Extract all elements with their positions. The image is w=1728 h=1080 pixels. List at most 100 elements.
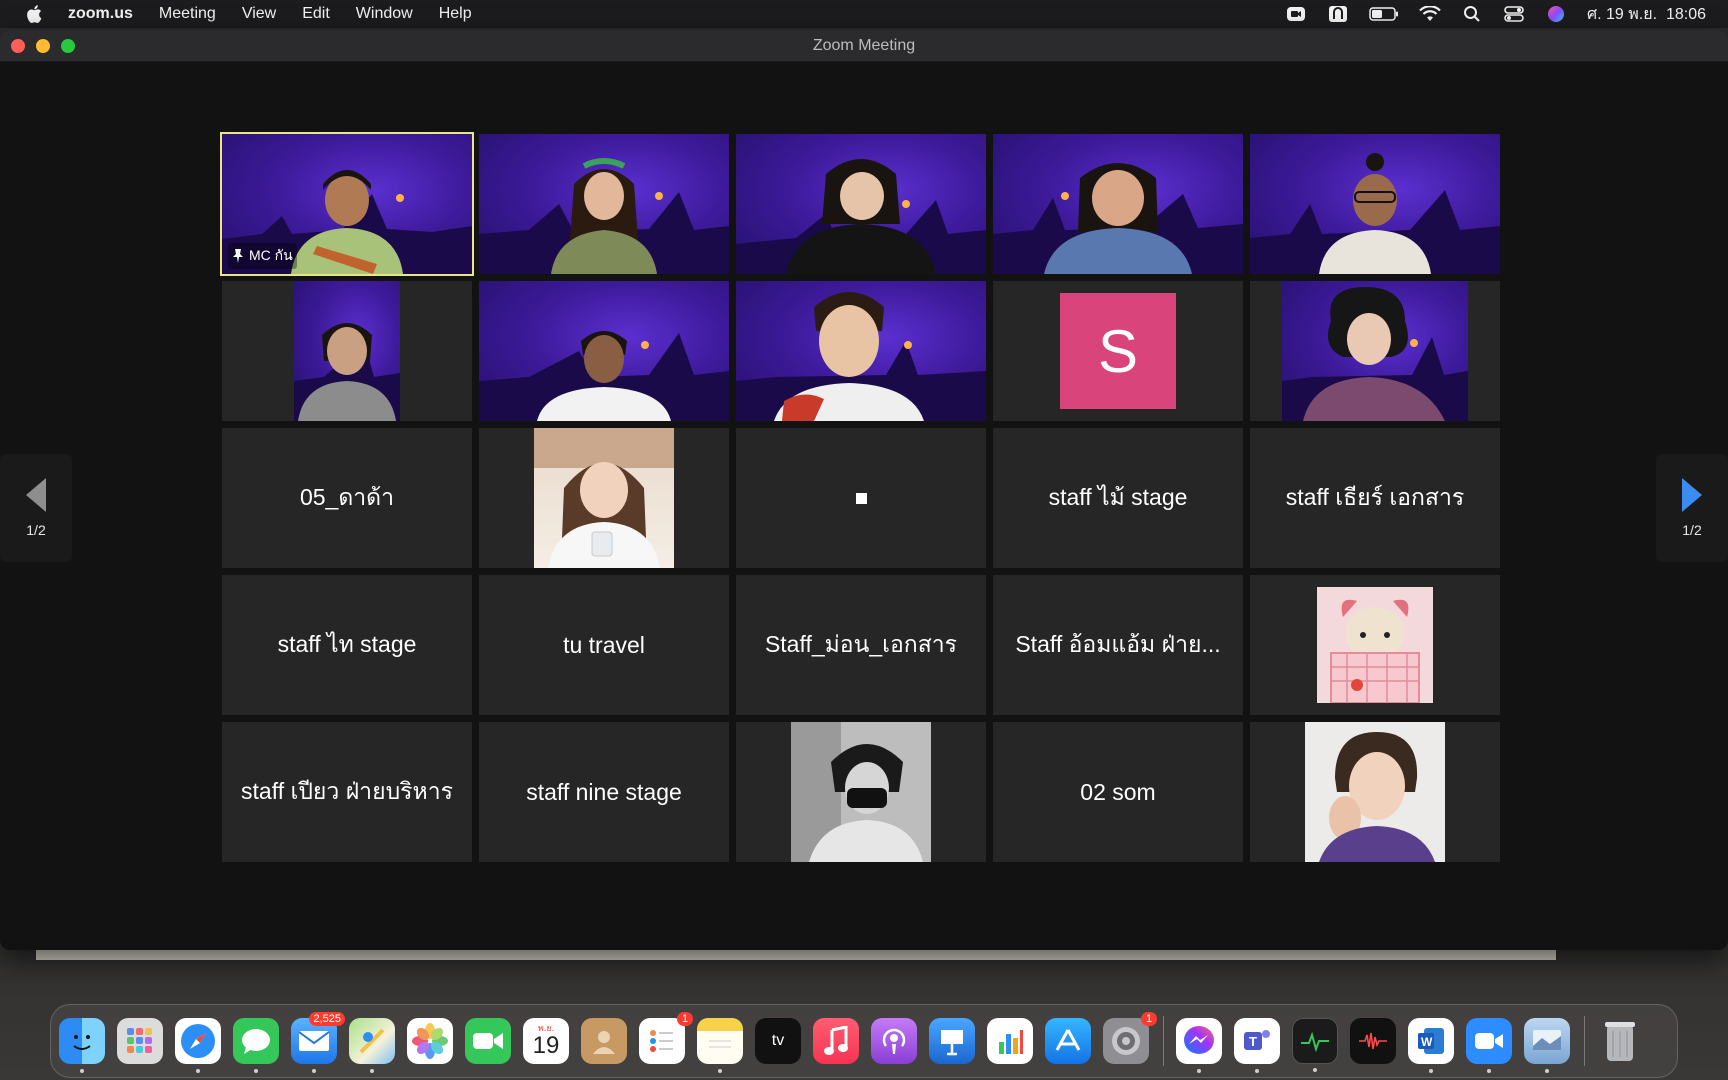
input-source-icon[interactable]	[1327, 5, 1349, 23]
close-window-button[interactable]	[11, 38, 25, 53]
participant-tile-profile-photo[interactable]	[736, 722, 986, 862]
voice-memos-icon[interactable]	[1350, 1018, 1396, 1064]
maps-icon[interactable]	[349, 1018, 395, 1073]
calendar-day: 19	[532, 1032, 560, 1059]
participant-tile-active-speaker[interactable]: MC กัน	[220, 132, 474, 276]
system-settings-icon[interactable]: 1	[1103, 1012, 1157, 1064]
minimize-window-button[interactable]	[36, 38, 50, 53]
participant-tile-no-video[interactable]: 05_ดาด้า	[222, 428, 472, 568]
participant-name: staff เปียว ฝ่ายบริหาร	[241, 778, 453, 804]
notes-icon[interactable]	[697, 1018, 743, 1073]
microsoft-word-icon[interactable]: W	[1408, 1018, 1454, 1073]
page-indicator-left: 1/2	[26, 522, 46, 538]
participant-avatar: S	[1060, 293, 1176, 409]
svg-text:T: T	[1249, 1034, 1257, 1049]
music-icon[interactable]	[813, 1018, 859, 1064]
participant-name: Staff อ้อมแอ้ม ฝ่าย...	[1015, 631, 1221, 657]
podcasts-icon[interactable]	[871, 1018, 917, 1064]
menu-app-name[interactable]: zoom.us	[68, 5, 133, 23]
menubar-clock[interactable]: ศ. 19 พ.ย. 18:06	[1587, 2, 1706, 27]
zoom-app-icon[interactable]	[1466, 1018, 1512, 1073]
previous-page-button[interactable]: 1/2	[0, 454, 72, 562]
safari-icon[interactable]	[175, 1018, 221, 1073]
menu-view[interactable]: View	[242, 5, 276, 23]
fullscreen-window-button[interactable]	[61, 38, 75, 53]
participant-tile[interactable]	[736, 134, 986, 274]
page-indicator-right: 1/2	[1682, 522, 1702, 538]
messages-icon[interactable]	[233, 1018, 279, 1073]
mail-icon[interactable]: 2,525	[291, 1012, 345, 1073]
launchpad-icon[interactable]	[117, 1018, 163, 1064]
participant-tile-no-video[interactable]: Staff_ม่อน_เอกสาร	[736, 575, 986, 715]
running-indicator	[1429, 1069, 1433, 1073]
participant-tile[interactable]	[993, 134, 1243, 274]
photos-icon[interactable]	[407, 1018, 453, 1064]
participant-video	[1282, 281, 1468, 421]
reminders-icon[interactable]: 1	[639, 1012, 693, 1064]
preview-icon[interactable]	[1524, 1018, 1570, 1073]
participant-tile-no-video[interactable]	[736, 428, 986, 568]
keynote-icon[interactable]	[929, 1018, 975, 1064]
participant-tile[interactable]	[736, 281, 986, 421]
messenger-icon[interactable]	[1176, 1018, 1222, 1073]
avatar-initial: S	[1097, 317, 1139, 385]
participant-placeholder-square	[855, 492, 867, 504]
apple-icon[interactable]	[24, 3, 46, 25]
participant-tile-no-video[interactable]: staff เธียร์ เอกสาร	[1250, 428, 1500, 568]
calendar-icon[interactable]: พ.ย. 19	[523, 1018, 569, 1064]
participant-tile-no-video[interactable]: Staff อ้อมแอ้ม ฝ่าย...	[993, 575, 1243, 715]
participant-video	[736, 281, 986, 421]
running-indicator	[196, 1069, 200, 1073]
running-indicator	[1487, 1069, 1491, 1073]
numbers-icon[interactable]	[987, 1018, 1033, 1064]
next-page-button[interactable]: 1/2	[1656, 454, 1728, 562]
siri-icon[interactable]	[1545, 5, 1567, 23]
participant-tile-no-video[interactable]: tu travel	[479, 575, 729, 715]
participant-tile-profile-photo[interactable]	[1250, 575, 1500, 715]
window-titlebar: Zoom Meeting	[0, 30, 1728, 62]
participant-tile-no-video[interactable]: staff เปียว ฝ่ายบริหาร	[222, 722, 472, 862]
facetime-icon[interactable]	[465, 1018, 511, 1064]
wifi-icon[interactable]	[1419, 5, 1441, 23]
participant-tile[interactable]	[1250, 134, 1500, 274]
participant-tile-no-video[interactable]: staff nine stage	[479, 722, 729, 862]
running-indicator	[1255, 1069, 1259, 1073]
participant-tile-no-video[interactable]: staff ไท stage	[222, 575, 472, 715]
participant-name: staff เธียร์ เอกสาร	[1285, 484, 1465, 510]
running-indicator	[1313, 1068, 1317, 1072]
menu-meeting[interactable]: Meeting	[159, 5, 216, 23]
background-document-window	[36, 950, 1556, 960]
svg-text:W: W	[1421, 1035, 1433, 1049]
participant-video	[294, 281, 400, 421]
participant-tile[interactable]	[1250, 281, 1500, 421]
trash-icon[interactable]	[1597, 1018, 1643, 1064]
menu-help[interactable]: Help	[439, 5, 472, 23]
menu-edit[interactable]: Edit	[302, 5, 330, 23]
active-speaker-name: MC กัน	[249, 247, 293, 263]
running-indicator	[254, 1069, 258, 1073]
battery-icon[interactable]	[1369, 5, 1399, 23]
participant-tile[interactable]	[479, 281, 729, 421]
participant-profile-photo	[534, 428, 674, 568]
participant-name: staff ไม้ stage	[1048, 484, 1188, 510]
zoom-status-icon[interactable]	[1285, 5, 1307, 23]
app-store-icon[interactable]	[1045, 1018, 1091, 1064]
contacts-icon[interactable]	[581, 1018, 627, 1064]
apple-tv-icon[interactable]: tv	[755, 1018, 801, 1064]
microsoft-teams-icon[interactable]: T	[1234, 1018, 1280, 1073]
menu-window[interactable]: Window	[356, 5, 413, 23]
settings-badge: 1	[1141, 1012, 1157, 1026]
participant-tile-no-video[interactable]: S	[993, 281, 1243, 421]
participant-tile-profile-photo[interactable]	[479, 428, 729, 568]
menubar-status-area: ศ. 19 พ.ย. 18:06	[1285, 0, 1706, 28]
participant-tile-no-video[interactable]: staff ไม้ stage	[993, 428, 1243, 568]
participant-tile[interactable]	[479, 134, 729, 274]
participant-tile-profile-photo[interactable]	[1250, 722, 1500, 862]
participant-tile[interactable]	[222, 281, 472, 421]
control-center-icon[interactable]	[1503, 5, 1525, 23]
window-controls	[11, 38, 75, 53]
finder-icon[interactable]	[59, 1018, 105, 1073]
participant-tile-no-video[interactable]: 02 som	[993, 722, 1243, 862]
activity-monitor-icon[interactable]	[1292, 1018, 1338, 1072]
spotlight-search-icon[interactable]	[1461, 5, 1483, 23]
